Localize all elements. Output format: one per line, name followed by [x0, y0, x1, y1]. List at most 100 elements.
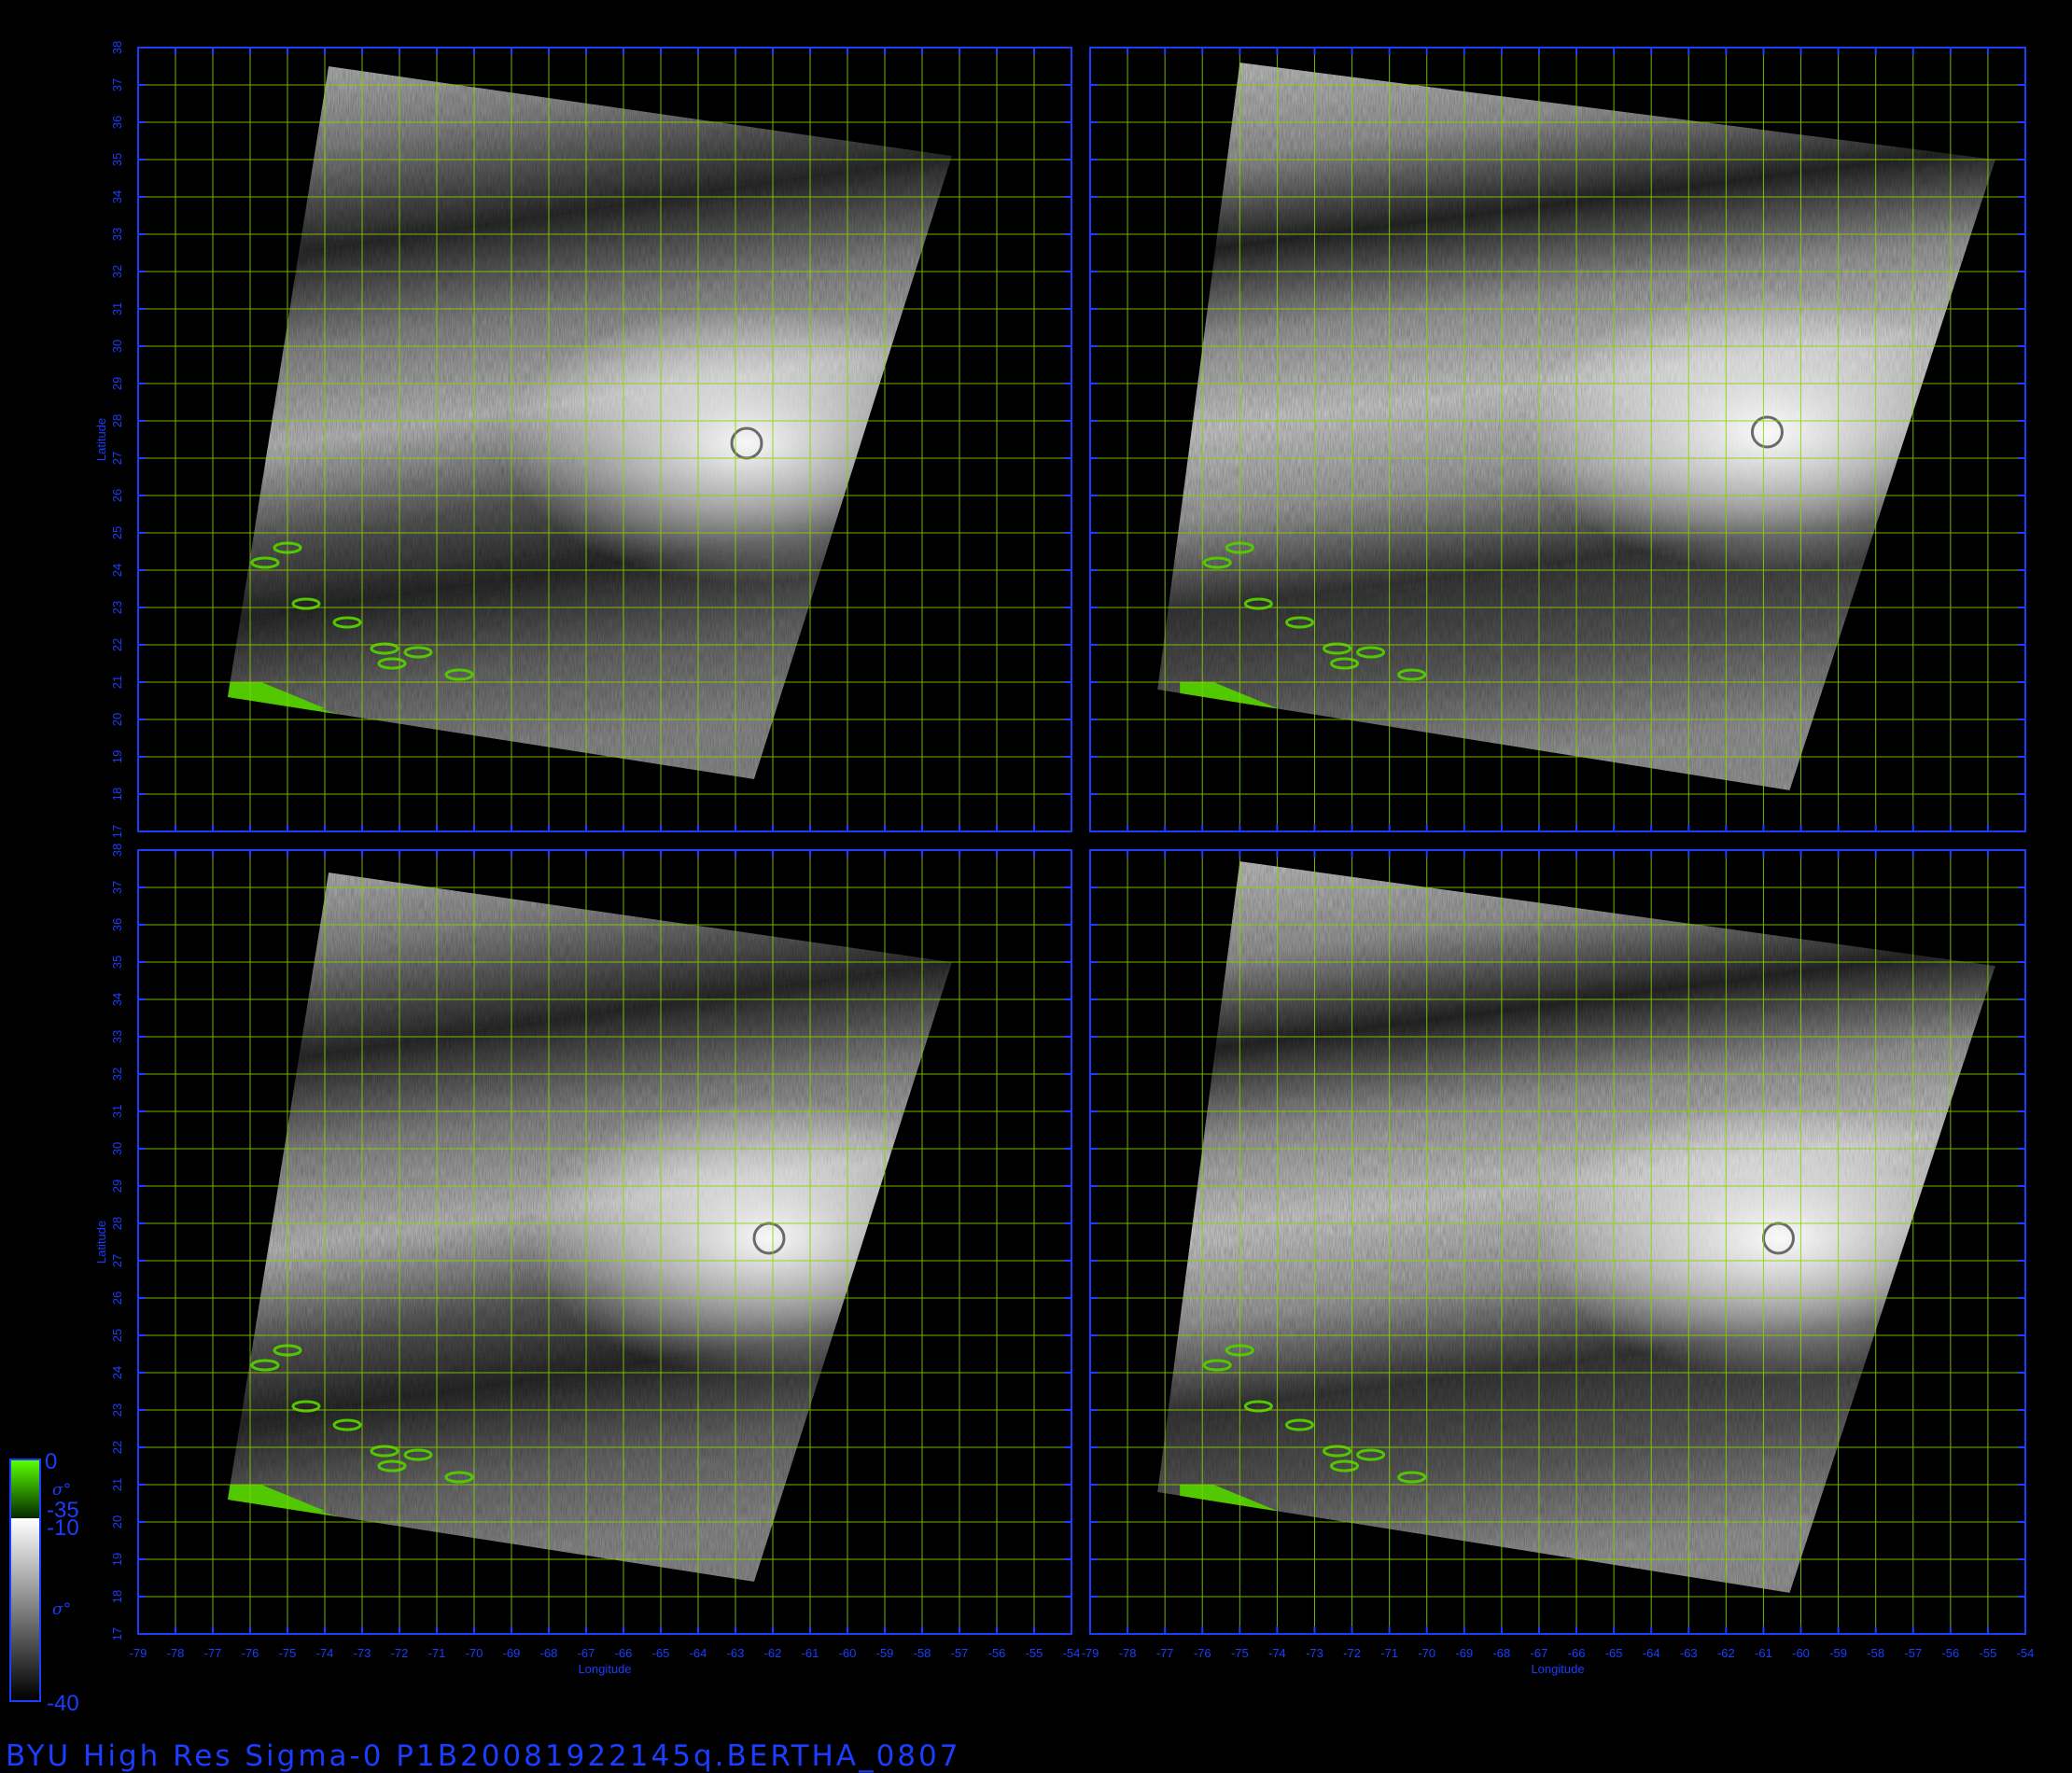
map-panel-bottom-right: -79 -78 -77 -76 -75 -74 -73 -72 -71 -70 -69 -68 -67 -…: [1082, 849, 2035, 1676]
y-tick-label: 22: [110, 638, 124, 651]
x-tick-label: -64: [690, 1646, 707, 1660]
y-tick-label: 33: [110, 1030, 124, 1043]
y-tick-label: 31: [110, 302, 124, 315]
x-tick-label: -63: [727, 1646, 745, 1660]
y-tick-label: 28: [110, 1217, 124, 1230]
x-tick-label: -70: [466, 1646, 483, 1660]
y-tick-label: 29: [110, 377, 124, 390]
x-tick-label: -58: [914, 1646, 931, 1660]
x-tick-label: -76: [1194, 1646, 1211, 1660]
y-tick-label: 19: [110, 1553, 124, 1566]
x-tick-label: -74: [1268, 1646, 1286, 1660]
footer-title: BYU High Res Sigma-0 P1B20081922145q.BER…: [6, 1739, 961, 1773]
y-tick-label: 18: [110, 1590, 124, 1603]
x-tick-label: -62: [764, 1646, 782, 1660]
x-tick-label: -60: [1792, 1646, 1810, 1660]
x-tick-label: -59: [1829, 1646, 1847, 1660]
x-tick-label: -65: [1605, 1646, 1623, 1660]
y-axis-label: Latitude: [94, 418, 108, 461]
colorbar-land-sigma-label: σ°: [52, 1481, 72, 1500]
y-tick-label: 23: [110, 601, 124, 614]
swath-image: [228, 66, 952, 779]
x-tick-label: -54: [1063, 1646, 1081, 1660]
y-tick-label: 20: [110, 1515, 124, 1529]
y-tick-label: 28: [110, 414, 124, 427]
y-tick-label: 32: [110, 265, 124, 278]
y-tick-label: 18: [110, 788, 124, 801]
y-tick-label: 23: [110, 1403, 124, 1417]
x-tick-label: -73: [354, 1646, 371, 1660]
x-tick-label: -60: [839, 1646, 857, 1660]
colorbar-ocean-sigma-label: σ°: [52, 1600, 72, 1619]
y-tick-label: 26: [110, 489, 124, 502]
x-tick-label: -67: [578, 1646, 595, 1660]
x-tick-label: -56: [1941, 1646, 1959, 1660]
x-tick-label: -73: [1306, 1646, 1323, 1660]
storm-bright-region: [1524, 292, 1995, 572]
swath-image: [228, 873, 952, 1582]
colorbar-ocean-top-label: -10: [47, 1515, 79, 1541]
x-tick-label: -74: [316, 1646, 334, 1660]
x-tick-label: -62: [1717, 1646, 1735, 1660]
x-tick-label: -76: [242, 1646, 259, 1660]
x-tick-label: -56: [988, 1646, 1006, 1660]
swath-image: [1157, 63, 1995, 790]
x-tick-label: -64: [1643, 1646, 1660, 1660]
swath-image: [1157, 861, 1995, 1593]
y-tick-label: 21: [110, 1478, 124, 1491]
colorbar: [9, 1459, 41, 1702]
colorbar-land-ramp: [11, 1460, 39, 1518]
x-tick-label: -61: [802, 1646, 819, 1660]
x-axis-label: Longitude: [578, 1662, 631, 1676]
x-tick-label: -66: [1568, 1646, 1586, 1660]
y-tick-label: 35: [110, 153, 124, 166]
x-tick-label: -65: [652, 1646, 670, 1660]
x-tick-label: -58: [1867, 1646, 1884, 1660]
y-tick-label: 19: [110, 750, 124, 763]
storm-bright-region: [526, 1098, 952, 1378]
x-tick-label: -72: [391, 1646, 409, 1660]
y-tick-label: 35: [110, 956, 124, 969]
x-tick-label: -78: [167, 1646, 185, 1660]
x-tick-label: -54: [2017, 1646, 2035, 1660]
x-tick-label: -79: [130, 1646, 147, 1660]
y-tick-label: 25: [110, 1329, 124, 1342]
y-tick-label: 30: [110, 340, 124, 353]
x-tick-label: -75: [1231, 1646, 1249, 1660]
x-tick-label: -66: [615, 1646, 633, 1660]
map-figure: 17 18 19 20 21 22 23 24 25 26 27 28 29 30 31 32 33 34 35 36…: [9, 41, 2035, 1702]
y-tick-label: 38: [110, 41, 124, 54]
y-tick-label: 34: [110, 190, 124, 203]
colorbar-ocean-ramp: [11, 1518, 39, 1700]
x-axis-label: Longitude: [1531, 1662, 1584, 1676]
y-tick-label: 36: [110, 918, 124, 931]
y-tick-label: 37: [110, 881, 124, 894]
x-tick-label: -55: [1026, 1646, 1043, 1660]
y-tick-label: 24: [110, 564, 124, 577]
x-tick-label: -78: [1119, 1646, 1137, 1660]
y-tick-label: 25: [110, 526, 124, 539]
x-tick-label: -71: [1380, 1646, 1398, 1660]
x-tick-label: -71: [428, 1646, 446, 1660]
x-tick-label: -79: [1082, 1646, 1099, 1660]
x-tick-label: -55: [1980, 1646, 1997, 1660]
y-tick-label: 33: [110, 228, 124, 241]
storm-bright-region: [1535, 1098, 1995, 1378]
y-tick-label: 38: [110, 844, 124, 857]
y-tick-label: 32: [110, 1068, 124, 1081]
colorbar-ocean-bottom-label: -40: [47, 1691, 79, 1716]
y-tick-label: 22: [110, 1441, 124, 1454]
x-tick-label: -77: [1156, 1646, 1174, 1660]
y-tick-label: 31: [110, 1105, 124, 1118]
y-tick-label: 29: [110, 1180, 124, 1193]
x-tick-label: -57: [1904, 1646, 1922, 1660]
y-tick-label: 37: [110, 78, 124, 91]
y-axis-label: Latitude: [94, 1221, 108, 1263]
x-tick-label: -72: [1343, 1646, 1361, 1660]
x-tick-label: -57: [951, 1646, 969, 1660]
x-tick-label: -63: [1680, 1646, 1698, 1660]
x-tick-label: -59: [876, 1646, 894, 1660]
y-tick-label: 30: [110, 1142, 124, 1155]
y-tick-label: 27: [110, 452, 124, 465]
x-tick-label: -67: [1531, 1646, 1548, 1660]
